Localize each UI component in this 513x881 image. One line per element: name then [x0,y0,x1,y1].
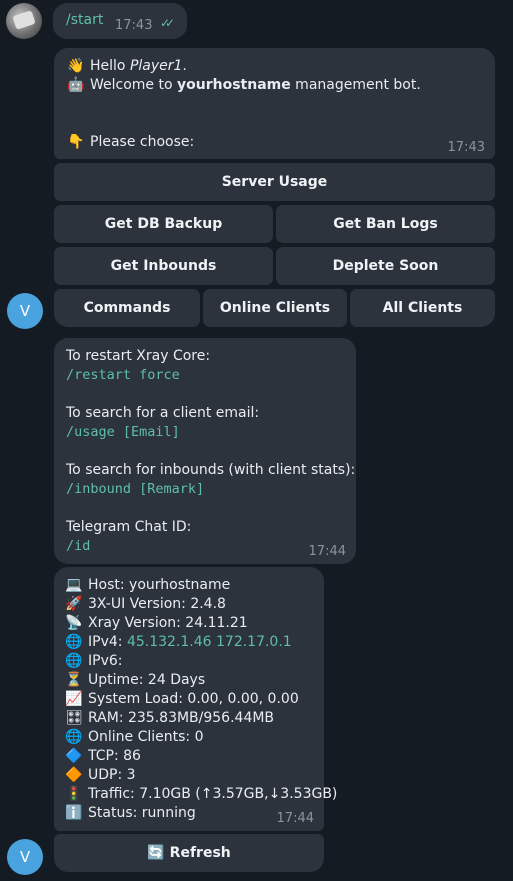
traffic-line: 🚦 Traffic: 7.10GB (↑3.57GB,↓3.53GB) [65,786,338,802]
id-command[interactable]: /id [66,537,344,556]
globe-icon: 🌐 [65,653,83,669]
message-time: 17:44 [308,544,346,559]
player-name: Player1 [129,58,183,74]
chart-icon: 📈 [65,691,83,707]
computer-icon: 💻 [65,577,83,593]
status-message-bubble: 💻 Host: yourhostname 🚀 3X-UI Version: 2.4.… [54,567,338,831]
host-line: 💻 Host: yourhostname [65,577,231,593]
point-down-icon: 👇 [67,134,85,150]
ram-icon: 🎛 [65,710,83,726]
wave-icon: 👋 [67,58,85,74]
online-clients-button[interactable]: Online Clients [203,289,347,327]
get-db-backup-button[interactable]: Get DB Backup [54,205,273,243]
read-checks-icon: ✓✓ [160,16,175,30]
xray-version-line: 📡 Xray Version: 24.11.21 [65,615,248,631]
hostname: yourhostname [177,77,291,93]
all-clients-button[interactable]: All Clients [350,289,495,327]
xui-version-line: 🚀 3X-UI Version: 2.4.8 [65,596,226,612]
get-inbounds-button[interactable]: Get Inbounds [54,247,273,285]
ipv6-line: 🌐 IPv6: [65,653,123,669]
globe-icon: 🌐 [65,634,83,650]
blue-diamond-icon: 🔷 [65,748,83,764]
tcp-line: 🔷 TCP: 86 [65,748,141,764]
refresh-button[interactable]: 🔄 Refresh [54,834,324,872]
message-time: 17:43 [115,18,153,33]
inbound-command[interactable]: /inbound [Remark] [66,480,344,499]
user-message-bubble: /start 17:43 ✓✓ [53,3,187,39]
ipv4-line: 🌐 IPv4: 45.132.1.46 172.17.0.1 [65,634,292,650]
greeting-line: 👋 Hello Player1. [67,58,187,74]
uptime-line: ⏳ Uptime: 24 Days [65,672,206,688]
online-clients-line: 🌐 Online Clients: 0 [65,729,204,745]
ipv4-address-link[interactable]: 172.17.0.1 [216,634,292,650]
user-message-text[interactable]: /start [66,12,103,28]
server-usage-button[interactable]: Server Usage [54,163,495,201]
udp-line: 🔶 UDP: 3 [65,767,136,783]
system-load-line: 📈 System Load: 0.00, 0.00, 0.00 [65,691,299,707]
commands-button[interactable]: Commands [54,289,200,327]
info-icon: ℹ️ [65,805,83,821]
welcome-line: 🤖 Welcome to yourhostname management bot. [67,77,421,93]
ram-line: 🎛 RAM: 235.83MB/956.44MB [65,710,275,726]
choose-line: 👇 Please choose: [67,134,195,150]
message-time: 17:44 [276,811,314,826]
bot-avatar[interactable]: V [7,839,43,875]
bot-avatar[interactable]: V [7,293,43,329]
rocket-icon: 🚀 [65,596,83,612]
usage-command[interactable]: /usage [Email] [66,423,344,442]
deplete-soon-button[interactable]: Deplete Soon [276,247,495,285]
user-avatar[interactable] [6,3,42,39]
globe-icon: 🌐 [65,729,83,745]
satellite-icon: 📡 [65,615,83,631]
robot-icon: 🤖 [67,77,85,93]
refresh-icon: 🔄 [147,845,165,861]
message-time: 17:43 [447,140,485,155]
ipv4-address-link[interactable]: 45.132.1.46 [127,634,212,650]
welcome-message-bubble: 👋 Hello Player1. 🤖 Welcome to yourhostname… [54,48,495,159]
orange-diamond-icon: 🔶 [65,767,83,783]
traffic-light-icon: 🚦 [65,786,83,802]
commands-message-bubble: To restart Xray Core: /restart force To … [54,338,356,564]
restart-command[interactable]: /restart force [66,366,344,385]
get-ban-logs-button[interactable]: Get Ban Logs [276,205,495,243]
hourglass-icon: ⏳ [65,672,83,688]
refresh-label: Refresh [169,845,231,861]
